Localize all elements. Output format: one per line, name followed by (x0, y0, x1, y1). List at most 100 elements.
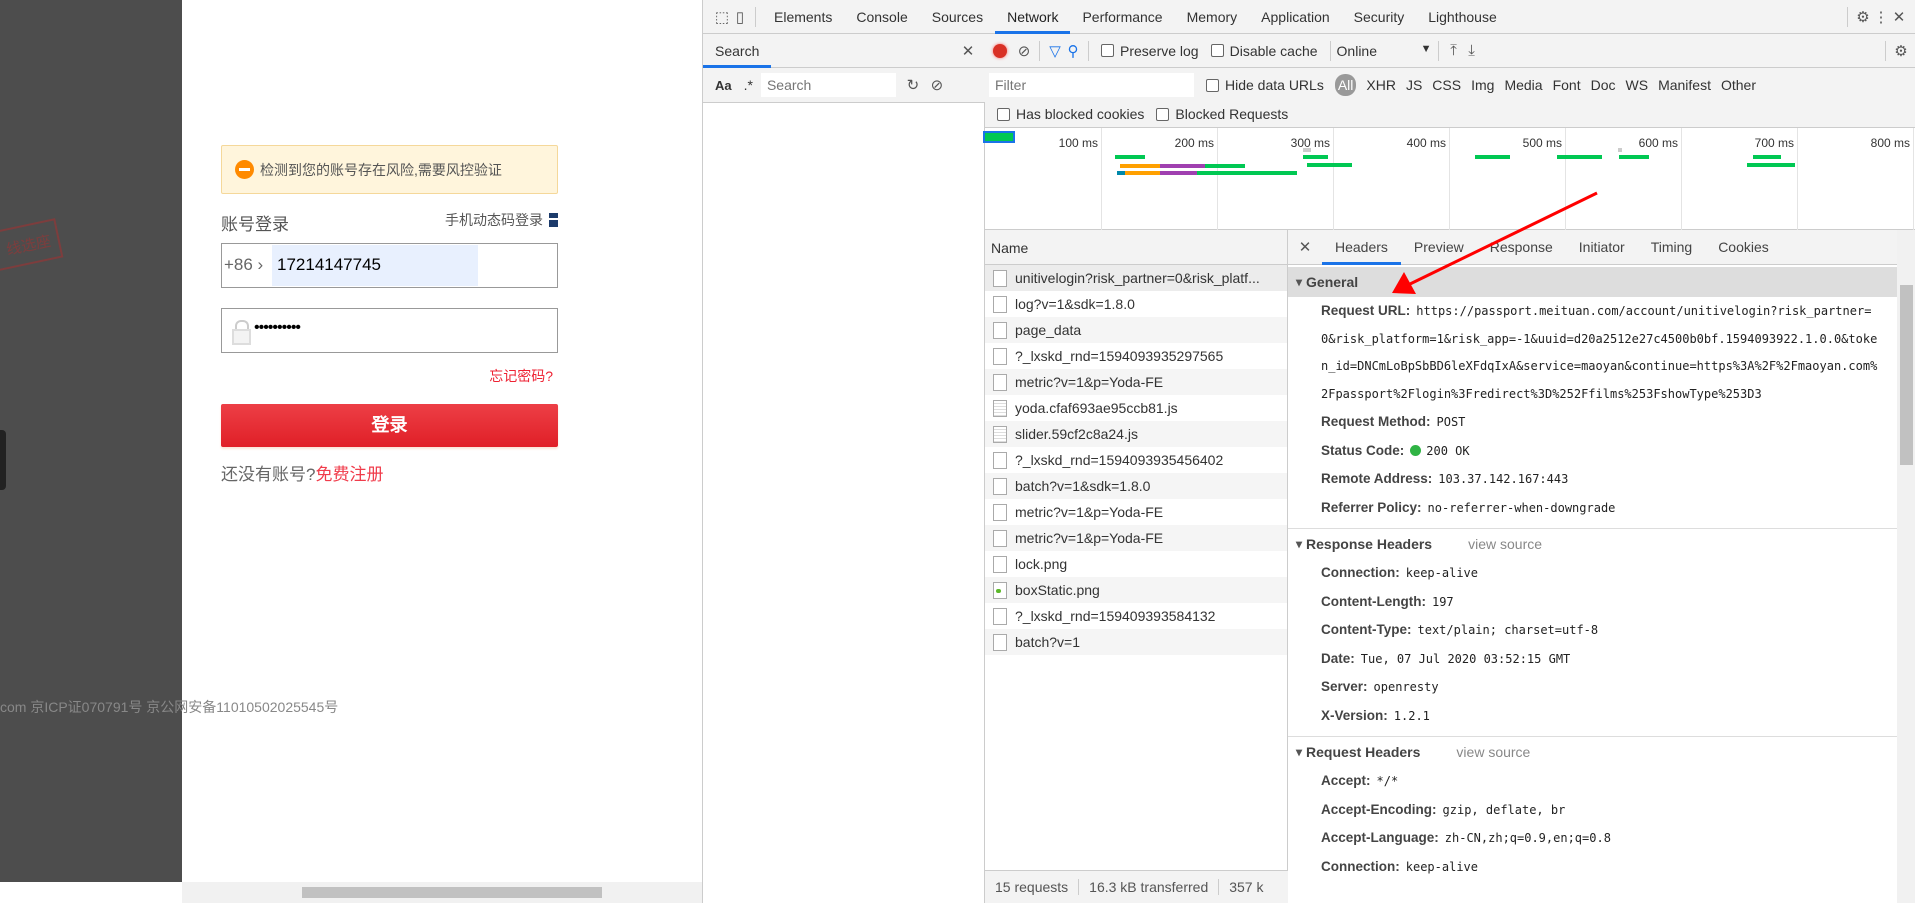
detail-tab-preview[interactable]: Preview (1401, 230, 1477, 265)
network-overview-timeline[interactable]: 100 ms 200 ms 300 ms 400 ms 500 ms 600 ms 700 … (983, 128, 1915, 230)
name-column-header[interactable]: Name (985, 230, 1287, 265)
script-file-icon (993, 425, 1007, 443)
request-row[interactable]: slider.59cf2c8a24.js (985, 421, 1287, 447)
filter-type-all[interactable]: All (1334, 74, 1357, 96)
tab-lighthouse[interactable]: Lighthouse (1416, 0, 1509, 34)
inspect-element-icon[interactable]: ⬚ (713, 8, 731, 26)
export-har-icon[interactable]: ⤓ (1463, 42, 1481, 59)
register-link[interactable]: 免费注册 (315, 465, 383, 484)
phone-input[interactable]: 17214147745 (272, 245, 478, 286)
tab-memory[interactable]: Memory (1175, 0, 1250, 34)
filter-type-xhr[interactable]: XHR (1366, 77, 1396, 93)
login-button[interactable]: 登录 (221, 404, 558, 447)
filter-type-other[interactable]: Other (1721, 77, 1756, 93)
tab-console[interactable]: Console (844, 0, 919, 34)
phone-field[interactable]: +86 › 17214147745 (221, 243, 558, 288)
sms-login-link[interactable]: 手机动态码登录 (430, 210, 558, 230)
request-row[interactable]: batch?v=1&sdk=1.8.0 (985, 473, 1287, 499)
tab-performance[interactable]: Performance (1070, 0, 1174, 34)
tab-security[interactable]: Security (1342, 0, 1417, 34)
search-icon[interactable]: ⚲ (1064, 42, 1082, 60)
detail-tab-response[interactable]: Response (1477, 230, 1566, 265)
network-settings-icon[interactable]: ⚙ (1892, 42, 1910, 60)
record-icon[interactable] (993, 43, 1007, 58)
blocked-requests-checkbox[interactable]: Blocked Requests (1156, 106, 1288, 122)
regex-button[interactable]: .* (744, 77, 753, 93)
match-case-button[interactable]: Aa (715, 78, 732, 93)
clear-log-icon[interactable]: ⊘ (1015, 42, 1033, 60)
detail-tab-timing[interactable]: Timing (1638, 230, 1706, 265)
disable-cache-checkbox[interactable]: Disable cache (1210, 43, 1318, 59)
more-options-icon[interactable]: ⋮ (1872, 8, 1890, 26)
close-search-icon[interactable]: ✕ (959, 42, 977, 60)
request-row[interactable]: log?v=1&sdk=1.8.0 (985, 291, 1287, 317)
search-input[interactable] (760, 73, 896, 97)
refresh-icon[interactable]: ↻ (904, 76, 922, 94)
request-row[interactable]: unitivelogin?risk_partner=0&risk_platf..… (985, 265, 1287, 291)
request-name: page_data (1015, 322, 1082, 338)
request-row[interactable]: ?_lxskd_rnd=1594093935297565 (985, 343, 1287, 369)
request-row[interactable]: metric?v=1&p=Yoda-FE (985, 369, 1287, 395)
password-input[interactable]: •••••••••• (254, 319, 301, 337)
device-toolbar-icon[interactable]: ▯ (731, 8, 749, 26)
filter-type-ws[interactable]: WS (1626, 77, 1649, 93)
filter-type-manifest[interactable]: Manifest (1658, 77, 1711, 93)
side-tab[interactable] (0, 430, 6, 490)
request-row[interactable]: ?_lxskd_rnd=1594093935456402 (985, 447, 1287, 473)
filter-input[interactable] (989, 73, 1194, 97)
view-source-link[interactable]: view source (1468, 536, 1542, 552)
detail-tab-cookies[interactable]: Cookies (1705, 230, 1782, 265)
timeline-tick: 300 ms (1291, 128, 1334, 230)
filter-type-img[interactable]: Img (1471, 77, 1494, 93)
tab-sources[interactable]: Sources (920, 0, 995, 34)
clear-icon[interactable]: ⊘ (928, 76, 946, 94)
filter-icon[interactable]: ▽ (1046, 42, 1064, 60)
detail-scrollbar[interactable] (1897, 230, 1915, 903)
response-headers-header[interactable]: Response Headersview source (1288, 529, 1897, 559)
preserve-log-checkbox[interactable]: Preserve log (1101, 43, 1199, 59)
page-horizontal-scrollbar[interactable] (182, 882, 702, 903)
scrollbar-thumb[interactable] (1900, 285, 1913, 465)
throttling-select[interactable]: Online ▼ (1337, 43, 1432, 59)
request-name: batch?v=1&sdk=1.8.0 (1015, 478, 1151, 494)
hide-data-urls-checkbox[interactable]: Hide data URLs (1206, 77, 1324, 93)
country-code-select[interactable]: +86 › (224, 255, 263, 275)
request-row[interactable]: metric?v=1&p=Yoda-FE (985, 525, 1287, 551)
request-row[interactable]: boxStatic.png (985, 577, 1287, 603)
import-har-icon[interactable]: ⤒ (1445, 42, 1463, 59)
filter-type-css[interactable]: CSS (1432, 77, 1461, 93)
tab-network[interactable]: Network (995, 0, 1071, 34)
filter-type-font[interactable]: Font (1553, 77, 1581, 93)
has-blocked-cookies-checkbox[interactable]: Has blocked cookies (997, 106, 1144, 122)
timeline-bar (1618, 148, 1622, 152)
filter-type-media[interactable]: Media (1504, 77, 1542, 93)
request-row[interactable]: batch?v=1 (985, 629, 1287, 655)
tab-application[interactable]: Application (1249, 0, 1342, 34)
tick-label: 700 ms (1754, 136, 1794, 150)
request-headers-header[interactable]: Request Headersview source (1288, 737, 1897, 767)
settings-icon[interactable]: ⚙ (1854, 8, 1872, 26)
request-row[interactable]: yoda.cfaf693ae95ccb81.js (985, 395, 1287, 421)
header-value: POST (1436, 415, 1466, 429)
timeline-bar (1160, 171, 1197, 175)
request-row[interactable]: ?_lxskd_rnd=159409393584132 (985, 603, 1287, 629)
request-row[interactable]: metric?v=1&p=Yoda-FE (985, 499, 1287, 525)
forgot-password-link[interactable]: 忘记密码? (440, 366, 553, 386)
close-detail-icon[interactable]: ✕ (1296, 238, 1314, 256)
general-section-header[interactable]: General (1288, 267, 1897, 297)
view-source-link[interactable]: view source (1456, 744, 1530, 760)
search-tab[interactable]: Search (703, 34, 772, 68)
request-row[interactable]: page_data (985, 317, 1287, 343)
search-results (703, 103, 985, 903)
request-row[interactable]: lock.png (985, 551, 1287, 577)
tick-label: 500 ms (1522, 136, 1562, 150)
tab-elements[interactable]: Elements (762, 0, 844, 34)
detail-tab-headers[interactable]: Headers (1322, 230, 1401, 265)
close-icon[interactable]: ✕ (1890, 8, 1908, 26)
detail-tab-initiator[interactable]: Initiator (1566, 230, 1638, 265)
password-field[interactable]: •••••••••• (221, 308, 558, 353)
divider (1039, 40, 1040, 61)
scrollbar-thumb[interactable] (302, 887, 602, 898)
filter-type-js[interactable]: JS (1406, 77, 1422, 93)
filter-type-doc[interactable]: Doc (1591, 77, 1616, 93)
